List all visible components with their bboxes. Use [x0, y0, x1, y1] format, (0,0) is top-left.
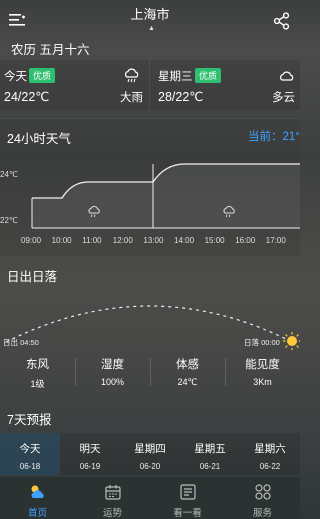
hour-tick-label: 15:00: [204, 236, 225, 245]
nav-label: 首页: [27, 508, 47, 519]
lunar-date: 农历 五月十六: [11, 43, 90, 57]
today-temp: 24/22℃: [4, 90, 50, 104]
hour-tick-label: 17:00: [265, 236, 286, 245]
aqi-badge: 优质: [29, 68, 56, 83]
hour-tick-label: 12:00: [112, 236, 133, 245]
hourly-chart: [31, 163, 300, 229]
sunset-time: 日落 00:00: [244, 338, 280, 347]
stat-label: 湿度: [101, 359, 124, 371]
hour-tick-label: 09:00: [21, 236, 42, 245]
day-tab[interactable]: 星期四 06-20: [120, 433, 180, 475]
day-date: 06-20: [139, 462, 161, 471]
day-date: 06-19: [79, 462, 101, 471]
grid-icon: [255, 484, 271, 500]
location-icon: ▲: [148, 25, 155, 32]
stat-humidity: 湿度 100%: [75, 354, 150, 394]
hour-tick-label: 11:00: [82, 236, 102, 245]
hour-tick-label: 16:00: [235, 236, 256, 245]
today-card[interactable]: 今天 优质 24/22℃ 大雨: [0, 60, 150, 110]
stat-visibility: 能见度 3Km: [225, 354, 300, 394]
day-name: 星期四: [134, 443, 166, 455]
city-name[interactable]: 上海市: [0, 4, 300, 23]
stat-label: 东风: [26, 359, 49, 371]
hour-tick-label: 14:00: [174, 236, 195, 245]
nav-home[interactable]: 首页: [0, 477, 75, 519]
top-header: 上海市 ▲: [0, 0, 300, 38]
rain-cloud-icon: [124, 68, 139, 83]
nav-fortune[interactable]: 运势: [75, 477, 150, 519]
day-date: 06-18: [19, 462, 41, 471]
stat-value: 3Km: [253, 377, 272, 387]
current-temp: 当前：21°: [248, 131, 300, 143]
home-cloud-icon: [31, 485, 44, 498]
stat-label: 能见度: [245, 359, 280, 371]
day-tab[interactable]: 星期五 06-21: [180, 433, 240, 475]
week-row: 今天 06-18 明天 06-19 星期四 06-20 星期五 06-21 星期…: [0, 433, 300, 475]
next-day-condition: 多云: [272, 92, 295, 104]
nav-label: 看一看: [173, 508, 202, 519]
calendar-icon: [105, 485, 121, 500]
hour-tick-label: 13:00: [143, 236, 164, 245]
today-condition: 大雨: [120, 92, 143, 104]
bottom-nav: 首页 运势 看一看 服务: [0, 476, 300, 519]
sunrise-time: 日出 04:50: [3, 338, 39, 347]
next-day-temp: 28/22℃: [158, 90, 204, 104]
week-title: 7天预报: [7, 413, 52, 427]
stat-value: 24℃: [177, 377, 198, 387]
next-day-label: 星期三: [158, 71, 193, 83]
hourly-title: 24小时天气: [7, 132, 71, 146]
sun-icon: [283, 332, 300, 350]
nav-services[interactable]: 服务: [225, 477, 300, 519]
share-icon[interactable]: [273, 12, 291, 30]
aqi-badge: 优质: [195, 68, 222, 83]
cloud-icon: [279, 71, 294, 81]
hour-tick-label: 10:00: [51, 236, 72, 245]
stat-wind: 东风 1级: [0, 354, 75, 394]
stat-label: 体感: [176, 359, 199, 371]
day-tab-today[interactable]: 今天 06-18: [0, 433, 60, 475]
day-tab[interactable]: 明天 06-19: [60, 433, 120, 475]
stat-feels-like: 体感 24℃: [150, 354, 225, 394]
temp-curve: [32, 164, 300, 228]
nav-label: 服务: [252, 508, 272, 519]
today-label: 今天: [4, 71, 27, 83]
day-name: 星期六: [254, 443, 286, 455]
nav-discover[interactable]: 看一看: [150, 477, 225, 519]
day-date: 06-22: [259, 462, 281, 471]
day-date: 06-21: [199, 462, 221, 471]
stat-value: 100%: [100, 377, 125, 387]
nav-label: 运势: [102, 508, 122, 519]
news-icon: [180, 484, 196, 500]
day-name: 星期五: [194, 443, 226, 455]
sun-title: 日出日落: [7, 270, 58, 284]
day-tab[interactable]: 星期六 06-22: [240, 433, 300, 475]
stat-value: 1级: [30, 379, 45, 389]
day-name: 今天: [19, 443, 41, 455]
next-day-card[interactable]: 星期三 优质 28/22℃ 多云: [150, 60, 300, 110]
day-name: 明天: [79, 443, 101, 455]
